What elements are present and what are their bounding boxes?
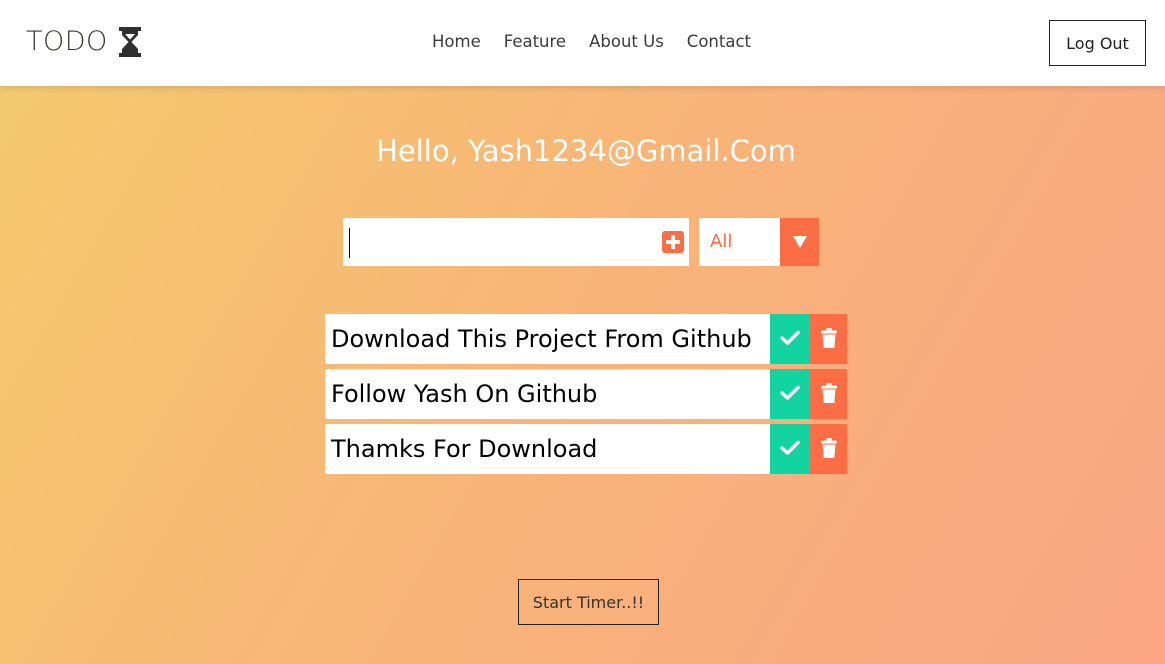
todo-text: Follow Yash On Github <box>325 369 770 419</box>
nav-link-about-us[interactable]: About Us <box>589 32 664 51</box>
check-icon <box>780 440 800 459</box>
delete-button[interactable] <box>810 314 847 364</box>
todo-list: Download This Project From Github Follow… <box>325 314 847 479</box>
trash-icon <box>820 327 837 351</box>
filter-select[interactable]: All <box>699 218 819 266</box>
todo-text: Download This Project From Github <box>325 314 770 364</box>
caret-down-icon <box>780 218 819 266</box>
nav-link-home[interactable]: Home <box>432 32 481 51</box>
plus-square-icon <box>661 231 685 257</box>
todo-item: Download This Project From Github <box>325 314 847 364</box>
brand-name: TODO <box>26 26 108 57</box>
check-icon <box>780 385 800 404</box>
trash-icon <box>820 382 837 406</box>
filter-selected-value: All <box>710 231 733 252</box>
greeting-heading: Hello, Yash1234@Gmail.Com <box>376 134 796 168</box>
navbar: TODO Home Feature About Us Contact Log O… <box>0 0 1165 86</box>
todo-input-container <box>343 218 689 266</box>
trash-icon <box>820 437 837 461</box>
start-timer-button[interactable]: Start Timer..!! <box>518 579 659 625</box>
complete-button[interactable] <box>770 314 810 364</box>
check-icon <box>780 330 800 349</box>
todo-item: Follow Yash On Github <box>325 369 847 419</box>
nav-link-feature[interactable]: Feature <box>504 32 566 51</box>
add-todo-button[interactable] <box>661 230 685 254</box>
delete-button[interactable] <box>810 369 847 419</box>
complete-button[interactable] <box>770 369 810 419</box>
nav-link-contact[interactable]: Contact <box>687 32 751 51</box>
todo-text: Thamks For Download <box>325 424 770 474</box>
logout-button[interactable]: Log Out <box>1049 20 1146 66</box>
text-caret <box>349 228 350 258</box>
hourglass-icon <box>118 26 142 57</box>
todo-input[interactable] <box>343 218 653 266</box>
nav-links: Home Feature About Us Contact <box>432 32 751 51</box>
complete-button[interactable] <box>770 424 810 474</box>
delete-button[interactable] <box>810 424 847 474</box>
brand-logo[interactable]: TODO <box>26 26 142 57</box>
todo-item: Thamks For Download <box>325 424 847 474</box>
